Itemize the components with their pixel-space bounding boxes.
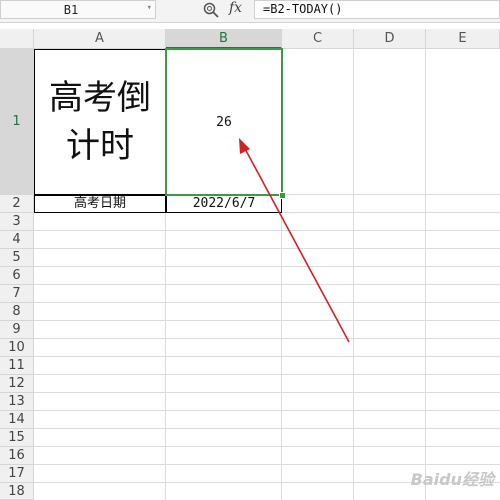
row-header-15[interactable]: 15 — [0, 429, 34, 447]
column-header-a[interactable]: A — [34, 29, 166, 49]
formula-bar: B1 ▾ fx =B2-TODAY() — [0, 0, 500, 23]
gridline — [34, 392, 500, 393]
gridline — [353, 49, 354, 500]
cell-a1[interactable]: 高考倒计时 — [34, 49, 166, 195]
row-header-6[interactable]: 6 — [0, 267, 34, 285]
gridline — [34, 446, 500, 447]
row-header-10[interactable]: 10 — [0, 339, 34, 357]
column-header-d[interactable]: D — [354, 29, 426, 49]
gridline — [34, 338, 500, 339]
row-header-2[interactable]: 2 — [0, 195, 34, 213]
gridline — [34, 428, 500, 429]
row-header-18[interactable]: 18 — [0, 483, 34, 500]
row-header-11[interactable]: 11 — [0, 357, 34, 375]
gridline — [34, 356, 500, 357]
chevron-down-icon[interactable]: ▾ — [147, 3, 152, 13]
gridline — [34, 248, 500, 249]
gridline — [34, 464, 500, 465]
row-header-17[interactable]: 17 — [0, 465, 34, 483]
zoom-icon[interactable] — [202, 1, 220, 19]
column-header-b[interactable]: B — [166, 29, 282, 49]
row-header-12[interactable]: 12 — [0, 375, 34, 393]
name-box[interactable]: B1 ▾ — [0, 0, 156, 19]
gridline — [425, 49, 426, 500]
row-header-7[interactable]: 7 — [0, 285, 34, 303]
gridline — [34, 410, 500, 411]
row-header-5[interactable]: 5 — [0, 249, 34, 267]
gridline — [34, 320, 500, 321]
select-all-corner[interactable] — [0, 29, 34, 49]
row-header-9[interactable]: 9 — [0, 321, 34, 339]
row-header-3[interactable]: 3 — [0, 213, 34, 231]
cell-b1[interactable]: 26 — [166, 49, 282, 195]
watermark: Baidu经验 — [410, 470, 494, 489]
cell-b2[interactable]: 2022/6/7 — [166, 195, 282, 213]
row-header-8[interactable]: 8 — [0, 303, 34, 321]
row-header-16[interactable]: 16 — [0, 447, 34, 465]
gridline — [34, 374, 500, 375]
formula-input[interactable]: =B2-TODAY() — [254, 0, 500, 19]
column-header-e[interactable]: E — [426, 29, 500, 49]
column-header-c[interactable]: C — [282, 29, 354, 49]
gridline — [34, 230, 500, 231]
fill-handle[interactable] — [279, 192, 286, 199]
cell-a2[interactable]: 高考日期 — [34, 195, 166, 213]
gridline — [34, 302, 500, 303]
gridline — [34, 266, 500, 267]
row-header-1[interactable]: 1 — [0, 49, 34, 195]
fx-icon[interactable]: fx — [229, 0, 242, 16]
row-header-14[interactable]: 14 — [0, 411, 34, 429]
cell-a1-text: 高考倒计时 — [49, 78, 151, 166]
row-header-4[interactable]: 4 — [0, 231, 34, 249]
row-header-13[interactable]: 13 — [0, 393, 34, 411]
gridline — [34, 284, 500, 285]
name-box-value: B1 — [63, 3, 79, 17]
